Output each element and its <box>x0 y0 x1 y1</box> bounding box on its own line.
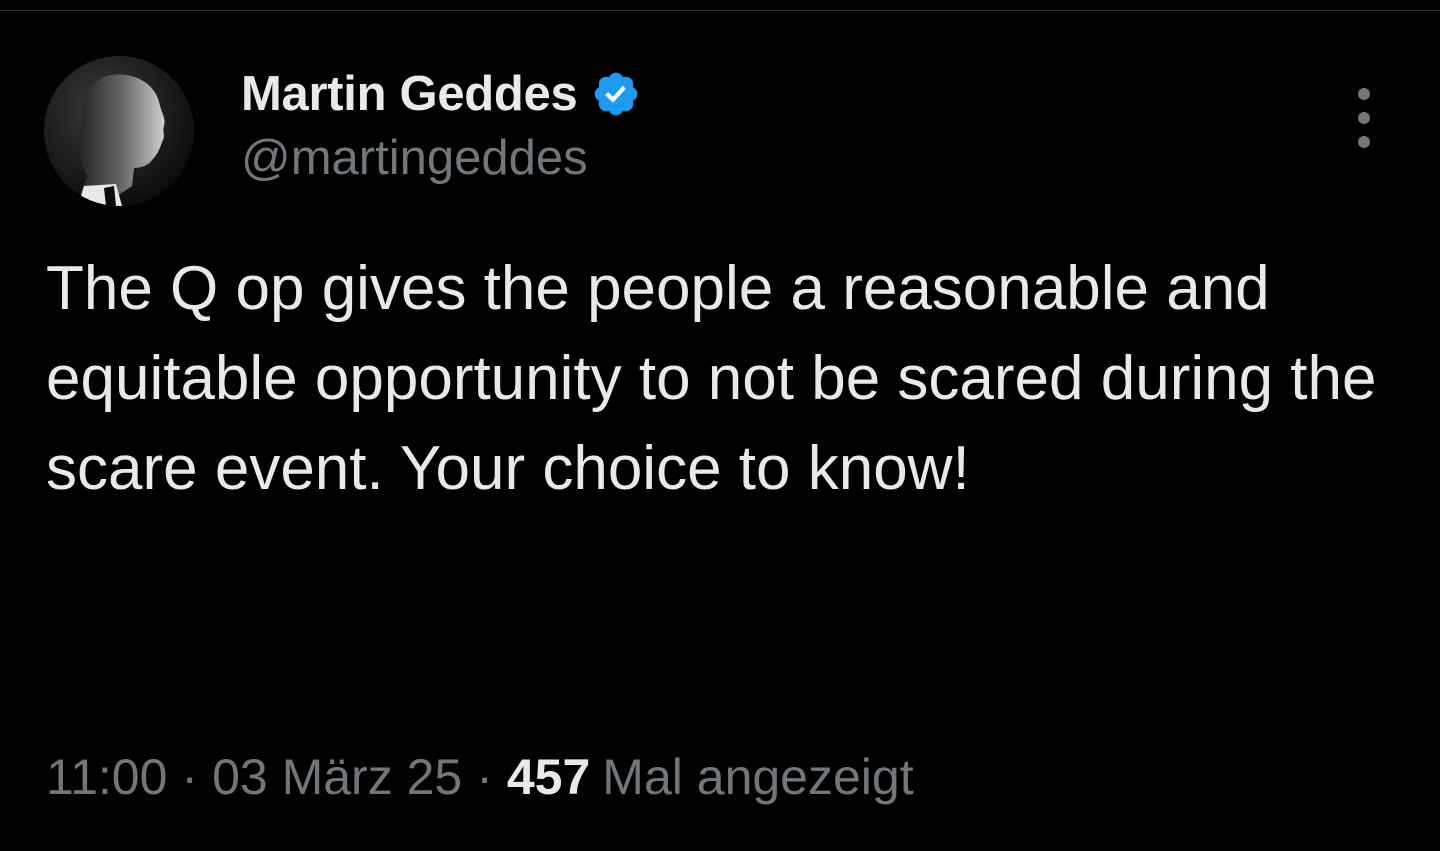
tweet-meta: 11:00 · 03 März 25 · 457 Mal angezeigt <box>46 748 914 806</box>
meta-separator: · <box>181 749 199 805</box>
more-options-icon-dot <box>1358 112 1370 124</box>
portrait-avatar-icon <box>44 56 194 206</box>
name-row: Martin Geddes <box>241 62 641 126</box>
views-label: Mal angezeigt <box>602 749 914 805</box>
more-options-icon <box>1358 88 1370 100</box>
meta-separator: · <box>476 749 493 805</box>
more-options-icon-dot <box>1358 136 1370 148</box>
top-divider <box>0 10 1440 11</box>
more-options-button[interactable] <box>1342 88 1386 148</box>
views-count[interactable]: 457 <box>507 748 590 806</box>
avatar[interactable] <box>44 56 194 206</box>
author-handle[interactable]: @martingeddes <box>241 130 641 186</box>
author-display-name[interactable]: Martin Geddes <box>241 66 578 122</box>
tweet-date[interactable]: 03 März 25 <box>212 748 462 806</box>
tweet-text: The Q op gives the people a reasonable a… <box>46 254 1377 503</box>
verified-badge-icon[interactable] <box>591 69 641 119</box>
tweet-time[interactable]: 11:00 <box>46 748 167 806</box>
tweet-header: Martin Geddes @martingeddes <box>241 62 641 186</box>
